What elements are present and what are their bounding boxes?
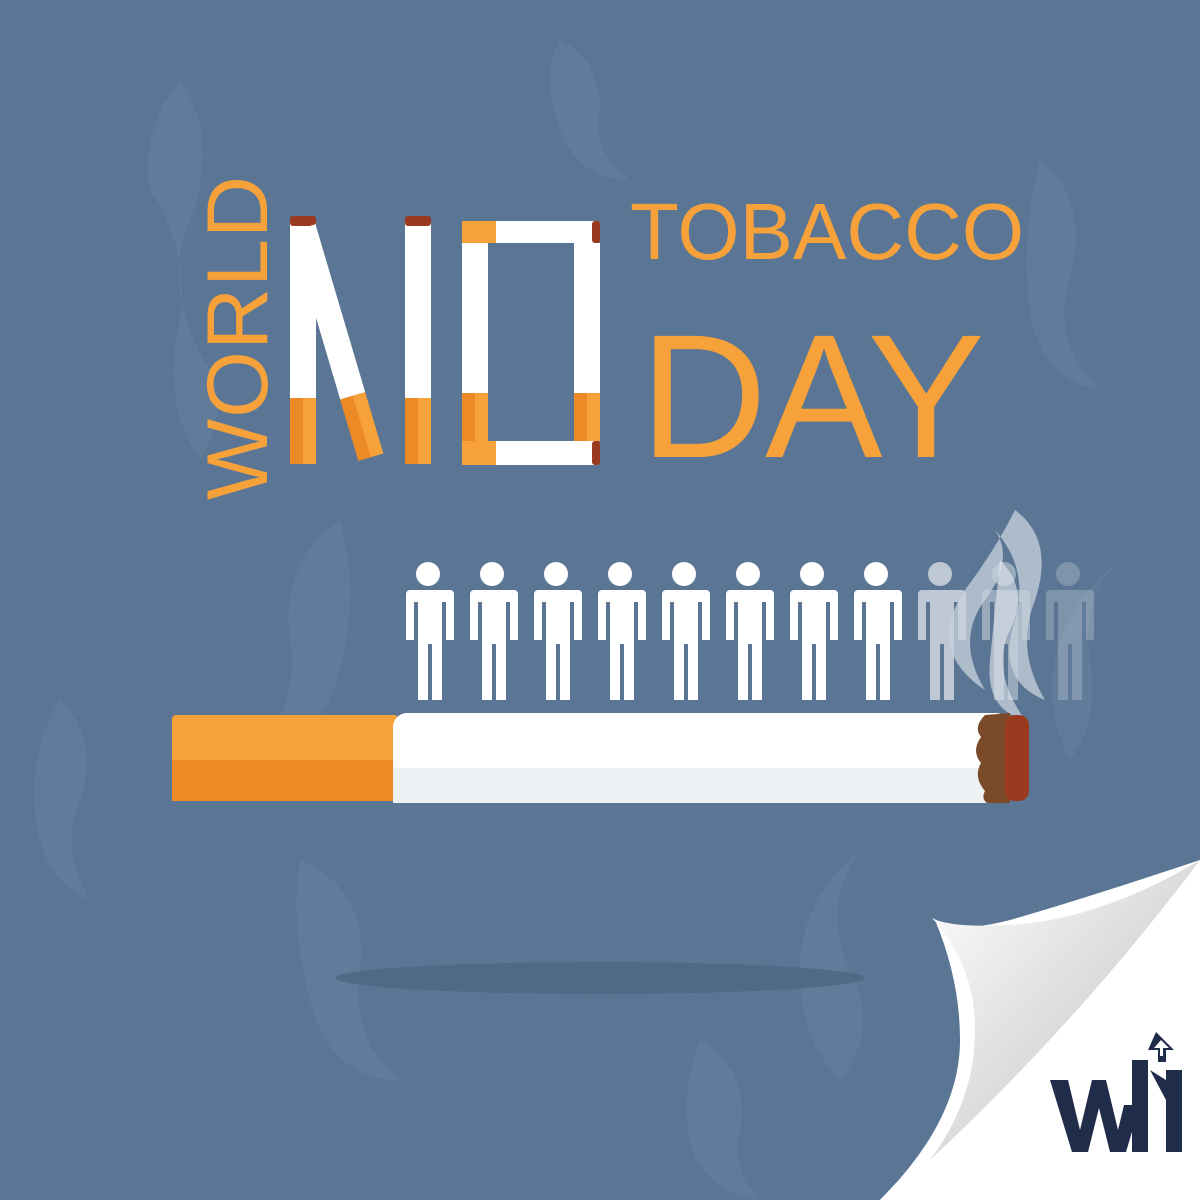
poster: WORLD NO (0, 0, 1200, 1200)
brand-name: What’s Next Digisol (1034, 1164, 1166, 1180)
brand-logo-icon: WN (1050, 1032, 1182, 1152)
